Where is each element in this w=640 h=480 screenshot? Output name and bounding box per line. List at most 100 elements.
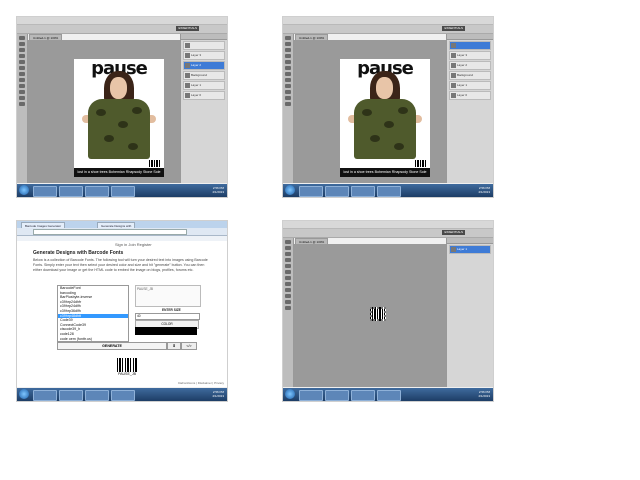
- move-tool-icon[interactable]: [285, 240, 291, 244]
- clock-date: 4/1/2013: [212, 394, 224, 398]
- marquee-tool-icon[interactable]: [285, 42, 291, 46]
- taskbar-button[interactable]: [377, 390, 401, 401]
- brush-tool-icon[interactable]: [285, 72, 291, 76]
- footer-links[interactable]: DaFontIcons | Disclaimer | Privacy: [178, 381, 224, 385]
- layer-row[interactable]: Background: [183, 71, 225, 80]
- workspace-button[interactable]: ESSENTIALS: [442, 230, 465, 235]
- brush-tool-icon[interactable]: [19, 72, 25, 76]
- eraser-tool-icon[interactable]: [285, 282, 291, 286]
- zoom-tool-icon[interactable]: [19, 102, 25, 106]
- size-select[interactable]: 40: [135, 313, 200, 320]
- layer-row[interactable]: Layer 0: [449, 91, 491, 100]
- taskbar-button[interactable]: [59, 186, 83, 197]
- gradient-tool-icon[interactable]: [285, 288, 291, 292]
- gradient-tool-icon[interactable]: [285, 84, 291, 88]
- font-option[interactable]: code oem (fonttr.us): [58, 337, 128, 341]
- taskbar-button[interactable]: [377, 186, 401, 197]
- taskbar-button[interactable]: [59, 390, 83, 401]
- layer-row[interactable]: Layer 2: [449, 61, 491, 70]
- start-orb-icon[interactable]: [285, 389, 295, 399]
- taskbar-button[interactable]: [325, 186, 349, 197]
- html-code-icon[interactable]: </>: [181, 342, 197, 350]
- layer-row[interactable]: Layer 3: [449, 51, 491, 60]
- browser-tab-strip: Barcode Images Generator Generate Design…: [17, 221, 227, 229]
- layer-row-selected[interactable]: [449, 41, 491, 50]
- taskbar-button[interactable]: [351, 390, 375, 401]
- gradient-tool-icon[interactable]: [19, 84, 25, 88]
- clock[interactable]: 2:56 PM 4/1/2013: [478, 186, 490, 194]
- type-tool-icon[interactable]: [19, 90, 25, 94]
- layer-row[interactable]: Layer 0: [183, 91, 225, 100]
- taskbar-button[interactable]: [85, 186, 109, 197]
- layer-name: Layer 3: [191, 53, 202, 57]
- move-tool-icon[interactable]: [19, 36, 25, 40]
- layer-thumb-icon: [451, 247, 456, 252]
- start-orb-icon[interactable]: [285, 185, 295, 195]
- taskbar-button[interactable]: [299, 390, 323, 401]
- clock-date: 4/1/2013: [478, 394, 490, 398]
- generated-barcode-text: PAUSE_JB: [117, 372, 137, 376]
- clock-date: 4/1/2013: [212, 190, 224, 194]
- eyedropper-tool-icon[interactable]: [285, 270, 291, 274]
- taskbar-button[interactable]: [351, 186, 375, 197]
- quick-select-tool-icon[interactable]: [285, 54, 291, 58]
- color-swatch[interactable]: [135, 327, 197, 335]
- eyedropper-tool-icon[interactable]: [285, 66, 291, 70]
- taskbar-button[interactable]: [85, 390, 109, 401]
- lasso-tool-icon[interactable]: [285, 48, 291, 52]
- start-orb-icon[interactable]: [19, 389, 29, 399]
- taskbar-button[interactable]: [299, 186, 323, 197]
- type-tool-icon[interactable]: [285, 90, 291, 94]
- download-icon[interactable]: ⬇: [167, 342, 181, 350]
- barcode-document[interactable]: [370, 307, 386, 321]
- barcode-text-input[interactable]: PAUSE_JB: [135, 285, 201, 307]
- layer-row[interactable]: Layer 3: [183, 51, 225, 60]
- layer-row[interactable]: [183, 41, 225, 50]
- taskbar-button[interactable]: [111, 390, 135, 401]
- hand-tool-icon[interactable]: [285, 300, 291, 304]
- layer-row[interactable]: Background: [449, 71, 491, 80]
- layer-row-selected[interactable]: Layer 2: [183, 61, 225, 70]
- lasso-tool-icon[interactable]: [19, 48, 25, 52]
- layer-thumb-icon: [451, 43, 456, 48]
- marquee-tool-icon[interactable]: [285, 246, 291, 250]
- move-tool-icon[interactable]: [285, 36, 291, 40]
- zoom-tool-icon[interactable]: [285, 102, 291, 106]
- crop-tool-icon[interactable]: [19, 60, 25, 64]
- workspace-button[interactable]: ESSENTIALS: [176, 26, 199, 31]
- start-orb-icon[interactable]: [19, 185, 29, 195]
- layer-row[interactable]: Layer 1: [183, 81, 225, 90]
- zoom-tool-icon[interactable]: [285, 306, 291, 310]
- taskbar-button[interactable]: [325, 390, 349, 401]
- font-listbox[interactable]: BarcodeFont barcoding BarPlusbyte-invers…: [57, 285, 129, 342]
- crop-tool-icon[interactable]: [285, 60, 291, 64]
- eyedropper-tool-icon[interactable]: [19, 66, 25, 70]
- clock[interactable]: 2:56 PM 4/1/2013: [212, 390, 224, 398]
- url-input[interactable]: [33, 229, 187, 235]
- crop-tool-icon[interactable]: [285, 264, 291, 268]
- layer-row[interactable]: Layer 1: [449, 81, 491, 90]
- clock[interactable]: 2:56 PM 4/1/2013: [212, 186, 224, 194]
- clock[interactable]: 2:56 PM 4/1/2013: [478, 390, 490, 398]
- lasso-tool-icon[interactable]: [285, 252, 291, 256]
- taskbar-button[interactable]: [111, 186, 135, 197]
- hand-tool-icon[interactable]: [285, 96, 291, 100]
- taskbar: 2:56 PM 4/1/2013: [283, 388, 493, 401]
- eraser-tool-icon[interactable]: [19, 78, 25, 82]
- type-tool-icon[interactable]: [285, 294, 291, 298]
- quick-select-tool-icon[interactable]: [285, 258, 291, 262]
- workspace-button[interactable]: ESSENTIALS: [442, 26, 465, 31]
- layer-thumb-icon: [185, 83, 190, 88]
- brush-tool-icon[interactable]: [285, 276, 291, 280]
- generate-button[interactable]: GENERATE: [57, 342, 167, 350]
- layer-row-selected[interactable]: Layer 1: [449, 245, 491, 254]
- signin-links[interactable]: Sign in Join Register: [115, 242, 152, 247]
- taskbar-button[interactable]: [33, 186, 57, 197]
- layers-panel: Layer 3 Layer 2 Background Layer 1 Layer…: [446, 34, 493, 183]
- panel-header: [181, 34, 227, 40]
- marquee-tool-icon[interactable]: [19, 42, 25, 46]
- quick-select-tool-icon[interactable]: [19, 54, 25, 58]
- taskbar-button[interactable]: [33, 390, 57, 401]
- eraser-tool-icon[interactable]: [285, 78, 291, 82]
- hand-tool-icon[interactable]: [19, 96, 25, 100]
